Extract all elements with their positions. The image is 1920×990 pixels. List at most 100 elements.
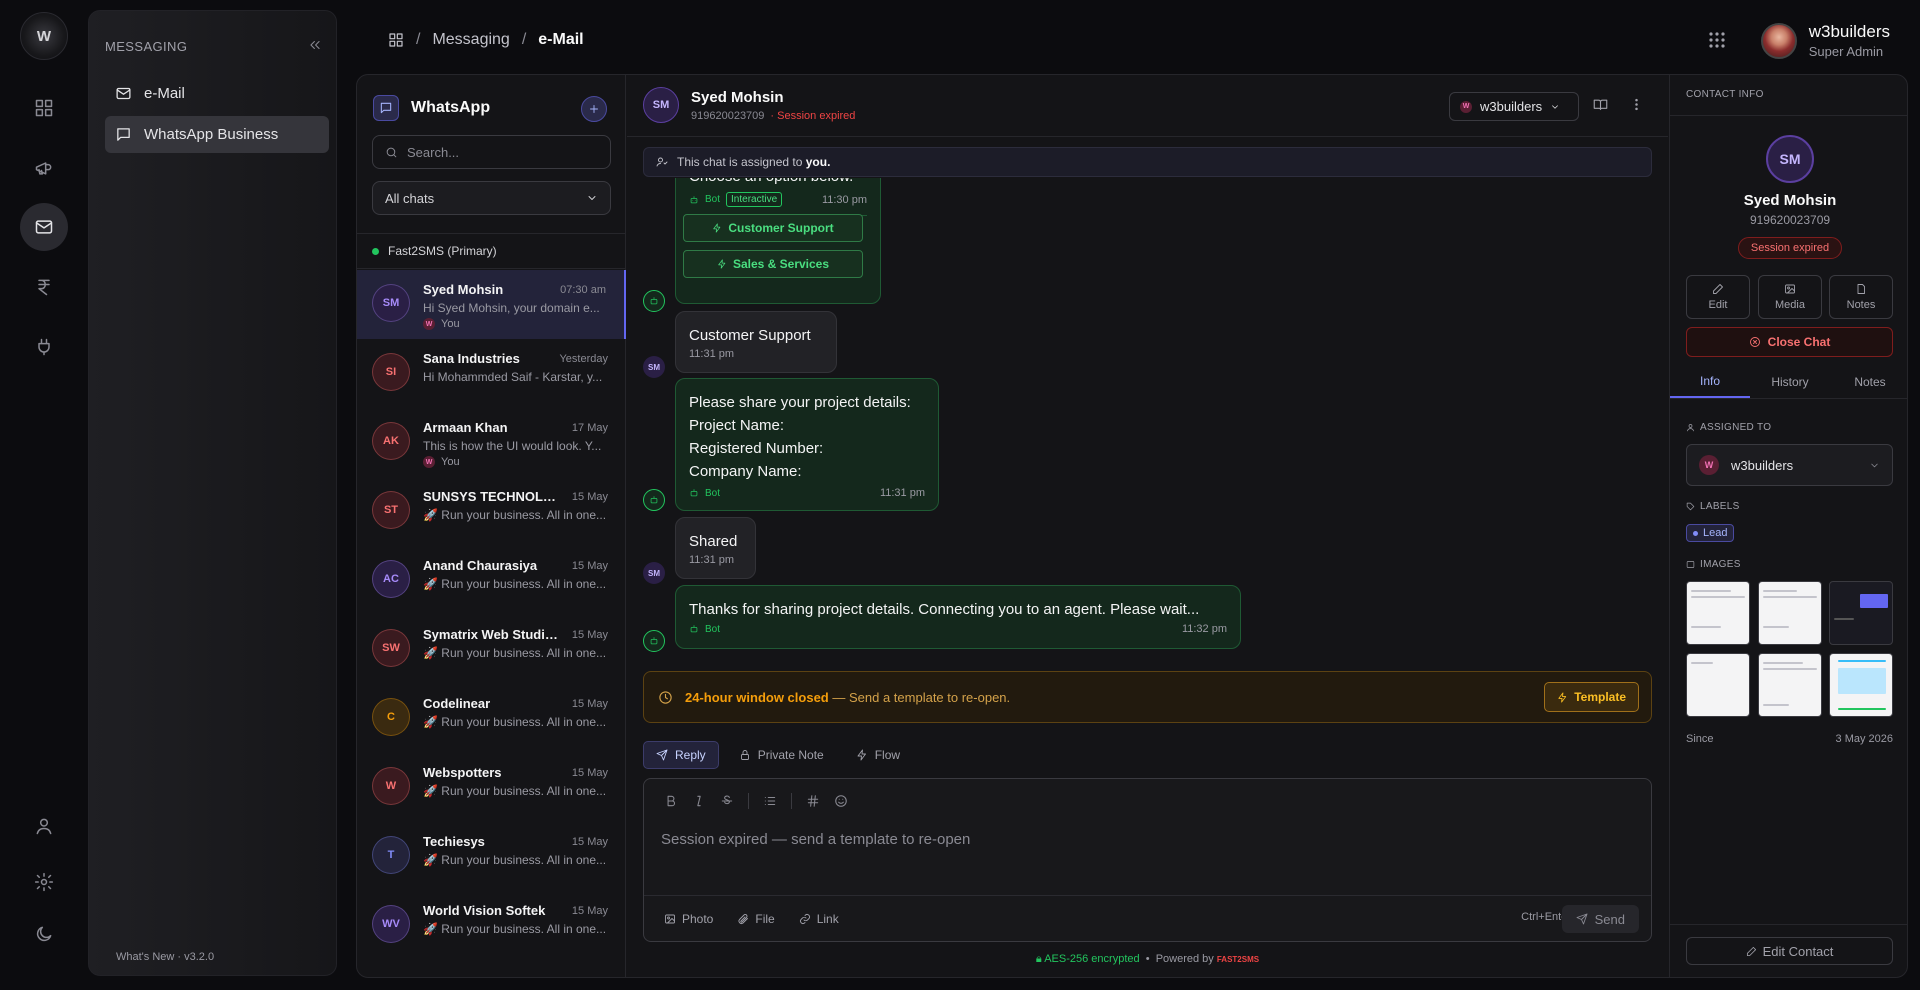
- template-button[interactable]: Template: [1544, 682, 1639, 712]
- image-icon: [1785, 284, 1795, 294]
- new-chat-button[interactable]: [581, 96, 607, 122]
- dark-mode-icon[interactable]: [20, 910, 68, 958]
- tab-flow[interactable]: Flow: [844, 741, 912, 769]
- user-menu[interactable]: w3builders Super Admin: [1760, 22, 1890, 59]
- contact-avatar-small: SM: [643, 356, 665, 378]
- list-icon[interactable]: [763, 794, 777, 808]
- formatting-toolbar: [664, 793, 848, 809]
- contact-number: 919620023709: [691, 110, 765, 122]
- composer-input[interactable]: Session expired — send a template to re-…: [661, 831, 970, 848]
- message-time: 11:31 pm: [689, 348, 735, 360]
- bot-label: Bot: [705, 623, 721, 635]
- bolt-icon: [713, 223, 721, 233]
- rupee-icon[interactable]: [20, 263, 68, 311]
- tab-reply[interactable]: Reply: [643, 741, 719, 769]
- conversation-time: 15 May: [571, 560, 608, 572]
- notes-button[interactable]: Notes: [1829, 275, 1893, 319]
- strikethrough-icon[interactable]: [720, 794, 734, 808]
- inbox-name: w3builders: [1480, 99, 1543, 114]
- quick-reply-sales-services[interactable]: Sales & Services: [683, 250, 863, 278]
- collapse-icon[interactable]: [308, 38, 322, 52]
- bolt-icon: [857, 749, 866, 761]
- tab-private-note[interactable]: Private Note: [727, 741, 836, 769]
- mail-icon[interactable]: [20, 203, 68, 251]
- image-thumbnail[interactable]: [1758, 581, 1822, 645]
- tag-icon: [1686, 502, 1695, 511]
- image-thumbnail[interactable]: [1758, 653, 1822, 717]
- dashboard-icon[interactable]: [20, 84, 68, 132]
- search-input[interactable]: Search...: [372, 135, 611, 169]
- status-badge: Session expired: [1738, 237, 1842, 259]
- avatar: SM: [1766, 135, 1814, 183]
- assignee-select[interactable]: W w3builders: [1686, 444, 1893, 486]
- emoji-icon[interactable]: [834, 794, 848, 808]
- conversation-preview: 🚀 Run your business. All in one...: [423, 853, 607, 867]
- conversation-item[interactable]: SM Syed Mohsin 07:30 am Hi Syed Mohsin, you…: [357, 270, 626, 339]
- conversation-item[interactable]: C Codelinear 15 May 🚀 Run your business. Al…: [357, 684, 626, 753]
- image-thumbnail[interactable]: [1686, 581, 1750, 645]
- settings-icon[interactable]: [20, 858, 68, 906]
- image-thumbnail[interactable]: [1829, 581, 1893, 645]
- label-chip[interactable]: Lead: [1686, 524, 1735, 542]
- conversation-item[interactable]: AK Armaan Khan 17 May This is how the UI wo…: [357, 408, 626, 477]
- nav-item-whatsapp-business[interactable]: WhatsApp Business: [105, 116, 329, 153]
- apps-grid-icon[interactable]: [1708, 31, 1726, 49]
- chat-list-panel: WhatsApp Search... All chats Fast2SMS (P…: [357, 75, 626, 977]
- message-bubble-contact: Customer Support 11:31 pm: [675, 311, 837, 373]
- conversation-item[interactable]: SI Sana Industries Yesterday Hi Mohammded S…: [357, 339, 626, 408]
- chat-filter-select[interactable]: All chats: [372, 181, 611, 215]
- user-icon[interactable]: [20, 802, 68, 850]
- message-line: Project Name:: [689, 417, 785, 434]
- conversation-item[interactable]: ST SUNSYS TECHNOLOGIES 15 May 🚀 Run your bu…: [357, 477, 626, 546]
- conversation-time: 15 May: [571, 491, 608, 503]
- bold-icon[interactable]: [664, 794, 678, 808]
- plug-icon[interactable]: [20, 323, 68, 371]
- conversation-item[interactable]: W Webspotters 15 May 🚀 Run your business. A…: [357, 753, 626, 822]
- image-thumbnail[interactable]: [1686, 653, 1750, 717]
- chevron-down-icon: [1871, 463, 1878, 467]
- hash-icon[interactable]: [806, 794, 820, 808]
- megaphone-icon[interactable]: [20, 144, 68, 192]
- app-logo[interactable]: W: [20, 12, 68, 60]
- conversation-panel: SM Syed Mohsin 919620023709 · Session exp…: [627, 75, 1668, 977]
- edit-button[interactable]: Edit: [1686, 275, 1750, 319]
- conversation-item[interactable]: SW Symatrix Web Studio Pvt 15 May 🚀 Run you…: [357, 615, 626, 684]
- conversation-preview: This is how the UI would look. Y...: [423, 439, 602, 453]
- tab-history[interactable]: History: [1750, 365, 1830, 398]
- book-icon[interactable]: [1593, 97, 1608, 112]
- avatar: WV: [372, 905, 410, 943]
- breadcrumb-messaging[interactable]: Messaging: [432, 31, 509, 49]
- chat-icon: [117, 128, 130, 141]
- attach-photo-button[interactable]: Photo: [664, 912, 713, 926]
- grid-home-icon[interactable]: [388, 32, 404, 48]
- tab-info[interactable]: Info: [1670, 365, 1750, 398]
- attach-link-button[interactable]: Link: [799, 912, 839, 926]
- edit-contact-button[interactable]: Edit Contact: [1686, 937, 1893, 965]
- conversation-preview: 🚀 Run your business. All in one...: [423, 922, 607, 936]
- quick-reply-customer-support[interactable]: Customer Support: [683, 214, 863, 242]
- send-button[interactable]: Send: [1561, 905, 1639, 933]
- conversation-item[interactable]: AC Anand Chaurasiya 15 May 🚀 Run your busin…: [357, 546, 626, 615]
- conversation-time: 17 May: [571, 422, 608, 434]
- more-options-icon[interactable]: [1629, 97, 1644, 112]
- conversation-preview: 🚀 Run your business. All in one...: [423, 646, 607, 660]
- inbox-select[interactable]: W w3builders: [1449, 92, 1579, 121]
- tab-notes[interactable]: Notes: [1830, 365, 1907, 398]
- attach-file-button[interactable]: File: [737, 912, 775, 926]
- message-time: 11:30 pm: [821, 193, 867, 206]
- since-row: Since 3 May 2026: [1686, 733, 1893, 745]
- conversation-time: 15 May: [571, 698, 608, 710]
- italic-icon[interactable]: [692, 794, 706, 808]
- last-sender: W You: [423, 318, 606, 330]
- nav-item-email[interactable]: e-Mail: [105, 75, 329, 112]
- bot-label: Bot: [705, 487, 721, 499]
- media-button[interactable]: Media: [1758, 275, 1822, 319]
- encryption-notice: 🔒︎ AES-256 encrypted • Powered by FAST2S…: [1035, 953, 1260, 965]
- image-thumbnail[interactable]: [1829, 653, 1893, 717]
- conversation-preview: 🚀 Run your business. All in one...: [423, 577, 607, 591]
- close-chat-button[interactable]: Close Chat: [1686, 327, 1893, 357]
- conversation-item[interactable]: WV World Vision Softek 15 May 🚀 Run your bu…: [357, 891, 626, 960]
- whats-new-link[interactable]: What's New · v3.2.0: [116, 951, 214, 963]
- conversation-time: 07:30 am: [560, 284, 606, 296]
- conversation-item[interactable]: T Techiesys 15 May 🚀 Run your business. All…: [357, 822, 626, 891]
